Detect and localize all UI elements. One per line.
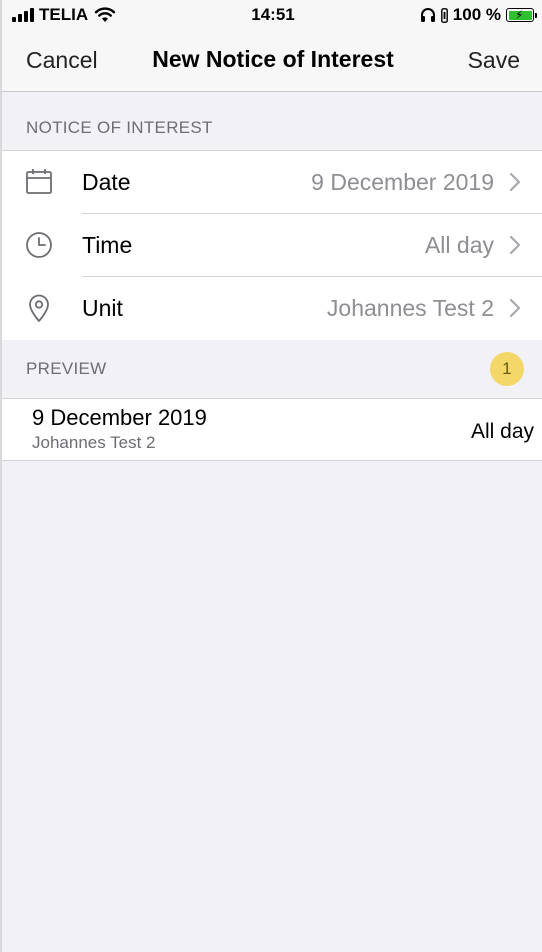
time-value: All day: [424, 232, 494, 258]
navigation-bar: Cancel New Notice of Interest Save: [2, 30, 542, 92]
charging-bolt-icon: ⚡: [515, 8, 524, 22]
preview-list-item: 9 December 2019 Johannes Test 2 All day: [2, 398, 542, 461]
battery-percent: 100 %: [452, 5, 501, 24]
section-header-notice: NOTICE OF INTEREST: [2, 92, 542, 150]
battery-nub: [535, 12, 537, 18]
preview-unit: Johannes Test 2: [32, 433, 156, 452]
status-right: 100 % ⚡: [420, 5, 537, 25]
notice-form-table: Date 9 December 2019 Time All day Unit J…: [2, 150, 542, 341]
cancel-button[interactable]: Cancel: [26, 47, 98, 74]
unit-row[interactable]: Unit Johannes Test 2: [2, 277, 542, 340]
clock-icon: [26, 232, 52, 258]
date-row[interactable]: Date 9 December 2019: [2, 151, 542, 214]
section-header-label: NOTICE OF INTEREST: [26, 118, 213, 137]
time-label: Time: [82, 232, 133, 258]
battery-icon: ⚡: [506, 8, 537, 22]
location-pin-icon: [29, 294, 49, 322]
preview-time: All day: [470, 420, 534, 443]
app-screen: TELIA 14:51 100 % ⚡ Cancel New Notice of…: [0, 0, 542, 952]
unit-value: Johannes Test 2: [326, 295, 494, 321]
preview-header-label: PREVIEW: [26, 359, 107, 378]
count-badge: 1: [490, 352, 524, 386]
date-value: 9 December 2019: [311, 169, 494, 195]
headphones-icon: [420, 8, 435, 22]
status-bar: TELIA 14:51 100 % ⚡: [2, 0, 542, 30]
save-button[interactable]: Save: [468, 47, 520, 74]
section-header-preview: PREVIEW 1: [2, 340, 542, 398]
preview-date: 9 December 2019: [32, 405, 207, 430]
chevron-right-icon: [509, 298, 521, 318]
date-label: Date: [82, 169, 131, 195]
chevron-right-icon: [509, 235, 521, 255]
chevron-right-icon: [509, 172, 521, 192]
time-row[interactable]: Time All day: [2, 214, 542, 277]
unit-label: Unit: [82, 295, 123, 321]
calendar-icon: [26, 169, 52, 194]
lock-rotation-icon: [440, 7, 448, 23]
